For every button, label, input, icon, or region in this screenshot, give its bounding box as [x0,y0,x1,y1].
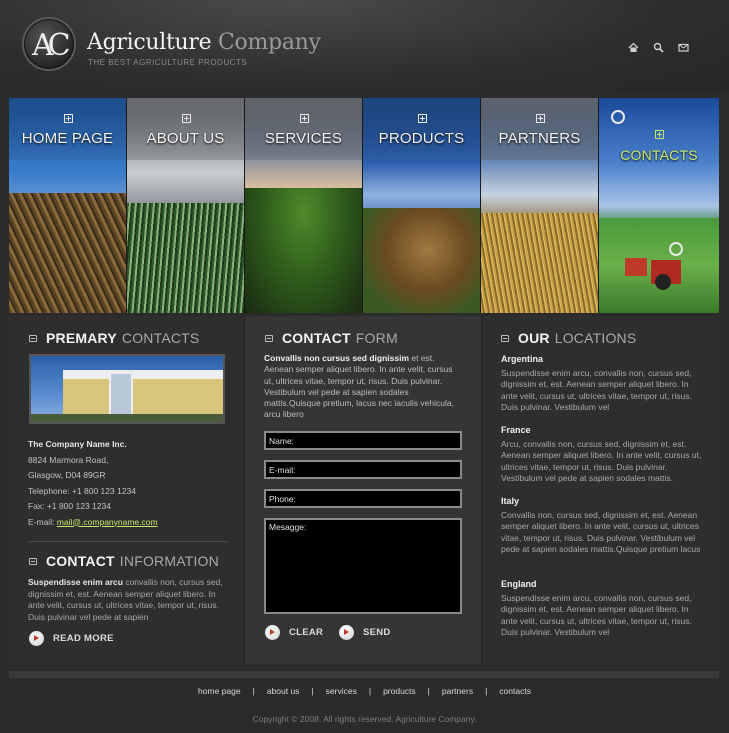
phone-field[interactable] [264,489,462,508]
site-header: AC Agriculture Company THE BEST AGRICULT… [0,0,729,93]
nav-label: PARTNERS [498,130,581,147]
main-content: PREMARY CONTACTS The Company Name Inc. 8… [9,316,719,664]
divider [28,541,228,542]
plus-icon [417,114,427,123]
ring-decoration [611,110,625,124]
nav-item-contacts[interactable]: CONTACTS [599,98,719,313]
footer-nav: home page | about us | services | products | par… [198,686,531,696]
email-link[interactable]: mail@.companyname.com [57,517,158,527]
nav-label: CONTACTS [620,147,698,163]
brand-name-bold: Agriculture [87,30,212,55]
mail-icon[interactable] [678,42,689,53]
field-ground [481,213,598,313]
plus-icon [63,114,73,123]
tractor-wheel [655,274,671,290]
footer-link-services[interactable]: services [326,686,357,696]
bullet-icon [265,334,273,342]
contact-form-column: CONTACT FORM Convallis non cursus sed di… [245,316,482,664]
logo[interactable]: AC [22,17,76,71]
our-locations-title: OUR LOCATIONS [501,330,636,346]
fax: Fax: +1 800 123 1234 [28,501,111,511]
nav-item-about-us[interactable]: ABOUT US [127,98,245,313]
message-field[interactable]: Mesagge: [264,518,462,614]
location-italy: Italy Convallis non, cursus sed, digniss… [501,496,701,554]
trees-ground [245,188,362,313]
footer-link-contacts[interactable]: contacts [499,686,531,696]
email-field[interactable] [264,460,462,479]
email-line: E-mail: mail@.companyname.com [28,516,158,527]
copyright: Copyright © 2008. All rights reserved. A… [252,714,477,724]
wheat-ground [9,193,126,313]
logo-letters: AC [32,28,71,63]
haybale-ground [363,208,480,313]
plus-icon [299,114,309,123]
primary-contacts-column: PREMARY CONTACTS The Company Name Inc. 8… [9,316,245,664]
ring-decoration [669,242,683,256]
nav-item-services[interactable]: SERVICES [245,98,363,313]
contact-information-title: CONTACT INFORMATION [29,553,219,569]
read-more-button[interactable]: READ MORE [29,631,114,646]
footer-link-about-us[interactable]: about us [267,686,300,696]
name-field[interactable] [264,431,462,450]
street-address: 8824 Marmora Road, [28,454,109,465]
office-building-photo [29,354,225,424]
contact-form-intro: Convallis non cursus sed dignissim et es… [264,353,454,420]
send-button[interactable]: SEND [339,625,391,640]
bullet-icon [29,557,37,565]
location-england: England Suspendisse enim arcu, convallis… [501,579,692,637]
contact-form-title: CONTACT FORM [265,330,398,346]
arrow-right-icon [29,631,44,646]
plus-icon [535,114,545,123]
location-argentina: Argentina Suspendisse enim arcu, convall… [501,354,692,412]
nav-label: HOME PAGE [21,130,114,147]
locations-column: OUR LOCATIONS Argentina Suspendisse enim… [482,316,719,664]
footer-link-products[interactable]: products [383,686,416,696]
nav-item-products[interactable]: PRODUCTS [363,98,481,313]
bullet-icon [501,334,509,342]
nav-item-home-page[interactable]: HOME PAGE [9,98,127,313]
nav-label: PRODUCTS [378,130,465,147]
footer-link-home-page[interactable]: home page [198,686,241,696]
location-france: France Arcu, convallis non, cursus sed, … [501,425,702,483]
primary-contacts-title: PREMARY CONTACTS [29,330,199,346]
clear-button[interactable]: CLEAR [265,625,323,640]
tagline: THE BEST AGRICULTURE PRODUCTS [88,58,248,67]
city-address: Glasgow, D04 89GR [28,470,106,480]
telephone: Telephone: +1 800 123 1234 [28,485,137,496]
brand-name-light: Company [218,30,321,55]
brand-name: Agriculture Company [87,30,321,55]
footer-link-partners[interactable]: partners [442,686,473,696]
search-icon[interactable] [653,42,664,53]
address-block: The Company Name Inc. 8824 Marmora Road,… [28,437,158,530]
plus-icon [181,114,191,123]
arrow-right-icon [339,625,354,640]
header-icons [628,42,689,53]
grass-ground [127,203,244,313]
home-icon[interactable] [628,42,639,53]
company-name: The Company Name Inc. [28,439,127,449]
plus-icon [655,130,664,139]
nav-item-partners[interactable]: PARTNERS [481,98,599,313]
tractor-trailer [625,258,647,276]
footer-bar [9,671,719,678]
arrow-right-icon [265,625,280,640]
main-nav: HOME PAGE ABOUT US SERVICES PRODUCTS PAR… [9,98,719,313]
nav-label: ABOUT US [146,130,225,147]
contact-information-text: Suspendisse enim arcu convallis non, cur… [28,577,223,622]
nav-label: SERVICES [264,130,343,147]
bullet-icon [29,334,37,342]
